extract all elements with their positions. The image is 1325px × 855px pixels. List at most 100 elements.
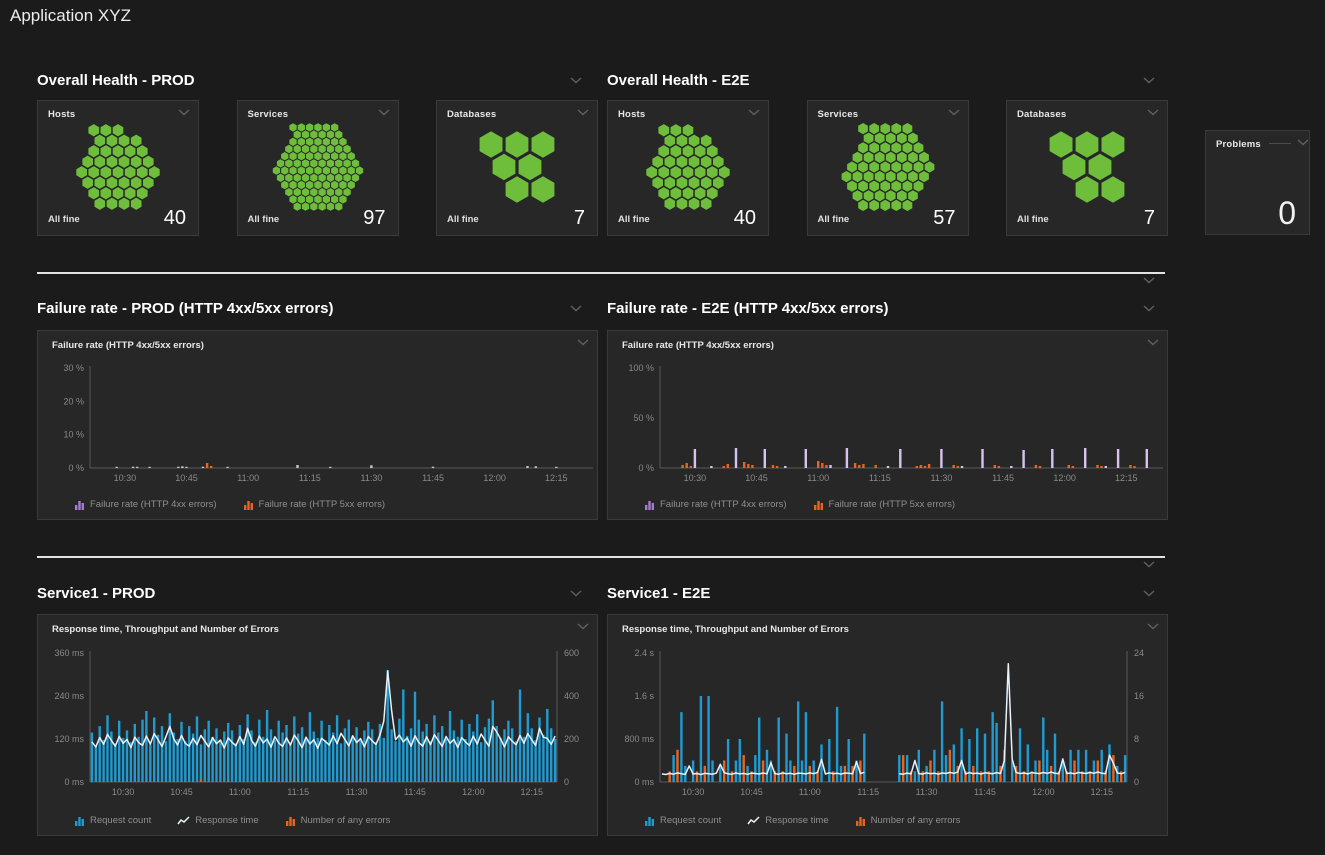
failure-rate-e2e-chart-title: Failure rate (HTTP 4xx/5xx errors) — [622, 340, 774, 351]
svg-text:12:00: 12:00 — [462, 787, 485, 797]
health-tile-databases: DatabasesAll fine7 — [1006, 100, 1168, 236]
svg-text:10:45: 10:45 — [740, 787, 763, 797]
svg-text:11:15: 11:15 — [299, 473, 321, 483]
svg-text:12:15: 12:15 — [520, 787, 543, 797]
svg-text:10:45: 10:45 — [745, 473, 768, 483]
section-title-overall-health-e2e: Overall Health - E2E — [607, 72, 750, 89]
legend-item[interactable]: Number of any errors — [285, 815, 391, 826]
svg-text:11:45: 11:45 — [992, 473, 1014, 483]
svg-text:11:30: 11:30 — [346, 787, 368, 797]
count-value: 7 — [574, 207, 585, 230]
svg-text:11:15: 11:15 — [857, 787, 879, 797]
chevron-down-icon[interactable] — [1143, 561, 1155, 568]
legend-item[interactable]: Request count — [74, 815, 151, 826]
svg-text:11:45: 11:45 — [422, 473, 444, 483]
legend-label: Request count — [90, 815, 151, 826]
svg-text:0 ms: 0 ms — [634, 777, 654, 787]
chevron-down-icon[interactable] — [378, 109, 390, 116]
svg-text:12:00: 12:00 — [483, 473, 506, 483]
count-value: 7 — [1144, 207, 1155, 230]
chevron-down-icon[interactable] — [1143, 77, 1155, 84]
chevron-down-icon[interactable] — [570, 590, 582, 597]
chevron-down-icon[interactable] — [570, 77, 582, 84]
svg-text:10:30: 10:30 — [684, 473, 707, 483]
service1-e2e-chart-tile: Response time, Throughput and Number of … — [607, 614, 1168, 836]
chevron-down-icon[interactable] — [1147, 623, 1159, 630]
honeycomb-health-visualization — [1012, 123, 1162, 211]
legend-item[interactable]: Number of any errors — [855, 815, 961, 826]
section-title-service1-e2e: Service1 - E2E — [607, 585, 710, 602]
count-value: 57 — [933, 207, 955, 230]
svg-text:240 ms: 240 ms — [54, 691, 84, 701]
legend-item[interactable]: Response time — [747, 815, 828, 826]
chevron-down-icon[interactable] — [577, 109, 589, 116]
chevron-down-icon[interactable] — [1143, 305, 1155, 312]
service1-e2e-chart-title: Response time, Throughput and Number of … — [622, 624, 849, 635]
honeycomb-health-visualization — [442, 123, 592, 211]
svg-text:1.6 s: 1.6 s — [634, 691, 654, 701]
legend-item[interactable]: Failure rate (HTTP 5xx errors) — [813, 499, 956, 510]
legend-label: Failure rate (HTTP 5xx errors) — [829, 499, 956, 510]
svg-text:10:45: 10:45 — [170, 787, 193, 797]
bar-series-icon — [855, 816, 866, 826]
legend-label: Number of any errors — [301, 815, 391, 826]
health-tile-databases: DatabasesAll fine7 — [436, 100, 598, 236]
service1-prod-chart-legend: Request count Response time Number of any … — [74, 815, 390, 826]
health-tile-hosts: Hosts All fine 40 — [607, 100, 769, 236]
problems-tile-title: Problems — [1216, 139, 1261, 150]
status-label: All fine — [618, 214, 650, 230]
chevron-down-icon[interactable] — [1143, 277, 1155, 284]
chevron-down-icon[interactable] — [577, 623, 589, 630]
legend-label: Failure rate (HTTP 4xx errors) — [90, 499, 217, 510]
legend-item[interactable]: Failure rate (HTTP 4xx errors) — [74, 499, 217, 510]
legend-item[interactable]: Failure rate (HTTP 4xx errors) — [644, 499, 787, 510]
honeycomb-health-visualization — [43, 123, 193, 211]
svg-text:0 %: 0 % — [68, 463, 84, 473]
service1-prod-chart-tile: Response time, Throughput and Number of … — [37, 614, 598, 836]
section-title-service1-prod: Service1 - PROD — [37, 585, 155, 602]
section-divider — [37, 556, 1165, 558]
legend-item[interactable]: Request count — [644, 815, 721, 826]
count-value: 97 — [363, 207, 385, 230]
failure-rate-e2e-chart-legend: Failure rate (HTTP 4xx errors) Failure ra… — [644, 499, 955, 510]
line-series-icon — [177, 816, 190, 826]
chevron-down-icon[interactable] — [948, 109, 960, 116]
legend-item[interactable]: Response time — [177, 815, 258, 826]
failure-rate-prod-chart-legend: Failure rate (HTTP 4xx errors) Failure ra… — [74, 499, 385, 510]
svg-text:200: 200 — [564, 734, 579, 744]
tile-title: Databases — [1017, 109, 1066, 120]
chevron-down-icon[interactable] — [1147, 339, 1159, 346]
chevron-down-icon[interactable] — [1143, 590, 1155, 597]
count-value: 40 — [734, 207, 756, 230]
bar-series-icon — [285, 816, 296, 826]
service1-prod-chart-title: Response time, Throughput and Number of … — [52, 624, 279, 635]
legend-item[interactable]: Failure rate (HTTP 5xx errors) — [243, 499, 386, 510]
count-value: 40 — [164, 207, 186, 230]
bar-series-icon — [74, 500, 85, 510]
status-label: All fine — [248, 214, 280, 230]
svg-text:10:30: 10:30 — [112, 787, 135, 797]
section-title-overall-health-prod: Overall Health - PROD — [37, 72, 195, 89]
svg-text:11:30: 11:30 — [916, 787, 938, 797]
chevron-down-icon[interactable] — [1297, 139, 1309, 146]
chevron-down-icon[interactable] — [577, 339, 589, 346]
status-label: All fine — [818, 214, 850, 230]
service1-prod-chart-plot: 360 ms240 ms120 ms0 ms600400200010:3010:… — [38, 615, 599, 837]
tile-title: Hosts — [618, 109, 645, 120]
svg-text:0: 0 — [1134, 777, 1139, 787]
svg-text:10 %: 10 % — [63, 430, 84, 440]
svg-text:120 ms: 120 ms — [54, 734, 84, 744]
chevron-down-icon[interactable] — [748, 109, 760, 116]
svg-text:11:00: 11:00 — [237, 473, 259, 483]
health-tile-hosts: HostsAll fine40 — [37, 100, 199, 236]
chevron-down-icon[interactable] — [570, 305, 582, 312]
chevron-down-icon[interactable] — [178, 109, 190, 116]
section-divider — [37, 272, 1165, 274]
chevron-down-icon[interactable] — [1147, 109, 1159, 116]
svg-text:11:30: 11:30 — [360, 473, 382, 483]
legend-label: Request count — [660, 815, 721, 826]
svg-text:0 %: 0 % — [638, 463, 654, 473]
svg-text:11:00: 11:00 — [807, 473, 829, 483]
svg-text:12:15: 12:15 — [545, 473, 568, 483]
legend-label: Response time — [765, 815, 828, 826]
